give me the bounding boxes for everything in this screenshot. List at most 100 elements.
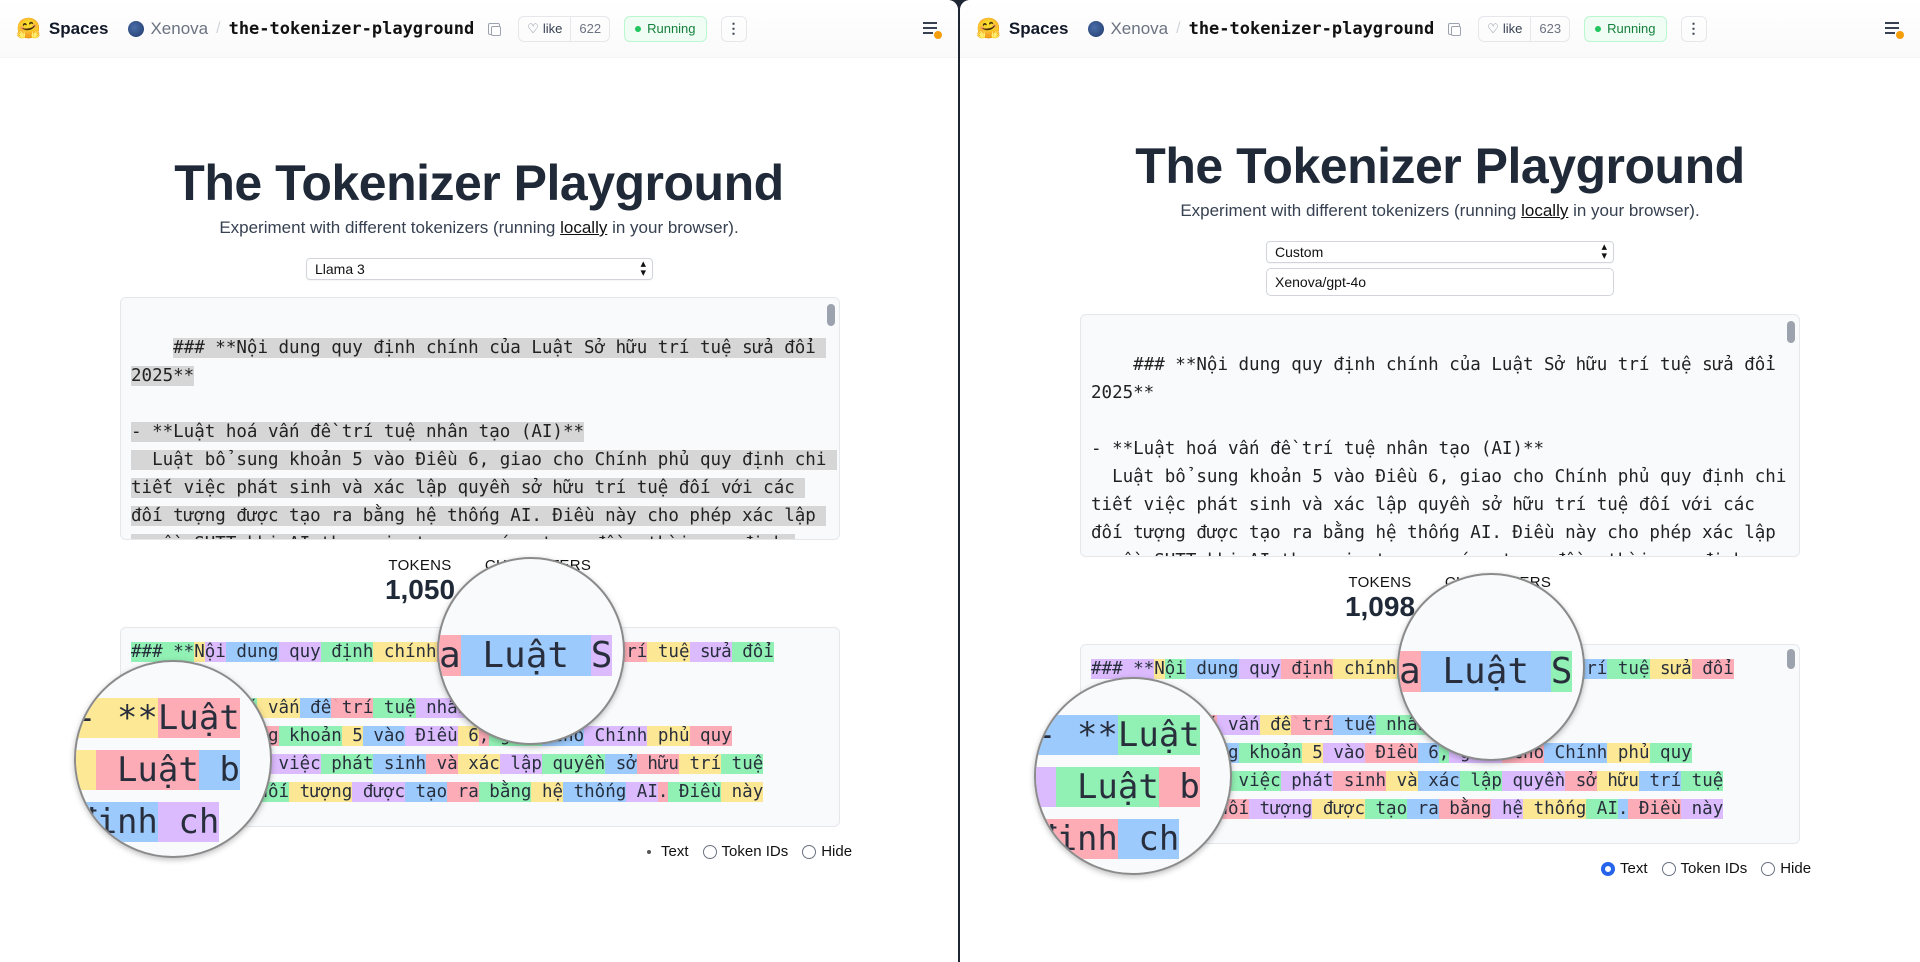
token: ra: [1407, 799, 1439, 819]
token: N: [1154, 659, 1165, 679]
radio-token-ids[interactable]: Token IDs: [702, 843, 788, 860]
input-textarea[interactable]: ### **Nội dung quy định chính của Luật S…: [120, 297, 840, 540]
token: đề: [1259, 715, 1292, 735]
org-link[interactable]: Xenova: [150, 19, 208, 39]
status-badge[interactable]: Running: [624, 15, 707, 42]
locally-link[interactable]: locally: [560, 218, 607, 237]
token: chính: [373, 642, 437, 662]
token: được: [352, 782, 405, 802]
radio-text[interactable]: Text: [642, 843, 689, 860]
like-count: 622: [570, 16, 609, 41]
token: trí: [678, 754, 722, 774]
token: tượng: [1249, 799, 1313, 819]
radio-hide[interactable]: Hide: [802, 843, 852, 860]
path-separator: /: [1176, 19, 1181, 37]
token: vào: [1322, 743, 1365, 763]
more-options-button[interactable]: ⋮: [720, 15, 747, 42]
page-subtitle: Experiment with different tokenizers (ru…: [1180, 201, 1700, 220]
token: và: [1386, 771, 1418, 791]
token: ra: [447, 782, 479, 802]
token: tuệ: [373, 698, 416, 718]
token: quy: [689, 726, 732, 746]
repo-link[interactable]: the-tokenizer-playground: [229, 19, 475, 39]
token: tuệ: [1607, 659, 1650, 679]
input-textarea[interactable]: ### **Nội dung quy định chính của Luật S…: [1080, 314, 1800, 557]
magnifier-top: a Luật S: [437, 557, 625, 745]
token: Chính: [584, 726, 648, 746]
token: sửa: [689, 642, 732, 662]
menu-icon[interactable]: [1882, 18, 1904, 40]
token: quy: [1238, 659, 1281, 679]
token: thống: [563, 782, 627, 802]
copy-icon[interactable]: [488, 22, 502, 36]
token-scrollbar[interactable]: [1787, 649, 1795, 669]
page-subtitle: Experiment with different tokenizers (ru…: [219, 218, 739, 237]
radio-token-ids[interactable]: Token IDs: [1661, 860, 1747, 877]
token: phát: [1280, 771, 1334, 791]
token: ### **: [1091, 659, 1155, 679]
token: sinh: [373, 754, 427, 774]
copy-icon[interactable]: [1448, 22, 1462, 36]
token: .: [657, 782, 669, 802]
more-options-button[interactable]: ⋮: [1680, 15, 1707, 42]
notification-dot-icon: [1896, 30, 1904, 39]
token: sửa: [1649, 659, 1692, 679]
textarea-scrollbar[interactable]: [1787, 321, 1795, 343]
token: hệ: [1491, 799, 1524, 819]
hugging-face-logo-icon[interactable]: 🤗: [16, 16, 41, 41]
radio-text[interactable]: Text: [1601, 860, 1648, 877]
token: chính: [1333, 659, 1397, 679]
token: dung: [1185, 659, 1239, 679]
display-mode-radios: Text Token IDs Hide: [1601, 860, 1811, 877]
spaces-link[interactable]: Spaces: [49, 19, 109, 39]
select-chevron-icon: ▴ ▾: [640, 258, 646, 279]
spaces-link[interactable]: Spaces: [1009, 19, 1069, 39]
token: vấn: [257, 698, 300, 718]
token: phủ: [1607, 743, 1650, 763]
token: sở: [1565, 771, 1597, 791]
status-label: Running: [1607, 21, 1656, 36]
token: trí: [331, 698, 374, 718]
like-button[interactable]: ♡ like 623: [1478, 15, 1571, 42]
menu-icon[interactable]: [920, 18, 942, 40]
org-link[interactable]: Xenova: [1110, 19, 1168, 39]
like-button[interactable]: ♡ like 622: [518, 15, 611, 42]
token: ội: [1164, 659, 1186, 679]
tokenizer-select[interactable]: Llama 3 ▴ ▾: [306, 258, 653, 280]
magnifier-top: a Luật S: [1397, 573, 1585, 761]
token: đổi: [1691, 659, 1734, 679]
token: hệ: [531, 782, 564, 802]
hugging-face-logo-icon[interactable]: 🤗: [976, 16, 1001, 41]
token: Điều: [668, 782, 722, 802]
tokenizer-select[interactable]: Custom ▴ ▾: [1266, 241, 1614, 263]
status-badge[interactable]: Running: [1584, 15, 1667, 42]
magnifier-left: - **Luật Luật b định ch: [74, 660, 272, 858]
token: được: [1312, 799, 1365, 819]
token: định: [1280, 659, 1334, 679]
token: phát: [320, 754, 374, 774]
locally-link[interactable]: locally: [1521, 201, 1568, 220]
org-avatar-icon: [128, 20, 145, 37]
token: Điều: [1628, 799, 1682, 819]
select-chevron-icon: ▴ ▾: [1601, 241, 1607, 262]
token: tuệ: [647, 642, 690, 662]
token: đổi: [731, 642, 774, 662]
token: hữu: [1596, 771, 1639, 791]
repo-link[interactable]: the-tokenizer-playground: [1189, 19, 1435, 39]
token: Chính: [1544, 743, 1608, 763]
token: trí: [1291, 715, 1334, 735]
token: ### **: [131, 642, 195, 662]
token: định: [320, 642, 374, 662]
custom-model-input[interactable]: Xenova/gpt-4o: [1266, 268, 1614, 296]
token: N: [194, 642, 205, 662]
token: vấn: [1217, 715, 1260, 735]
token: việc: [1228, 771, 1281, 791]
page-title: The Tokenizer Playground: [174, 155, 784, 211]
textarea-scrollbar[interactable]: [827, 304, 835, 326]
path-separator: /: [216, 19, 221, 37]
token: 6: [1417, 743, 1439, 763]
token: dung: [225, 642, 279, 662]
token: 6: [457, 726, 479, 746]
radio-hide[interactable]: Hide: [1761, 860, 1811, 877]
token: này: [1681, 799, 1724, 819]
